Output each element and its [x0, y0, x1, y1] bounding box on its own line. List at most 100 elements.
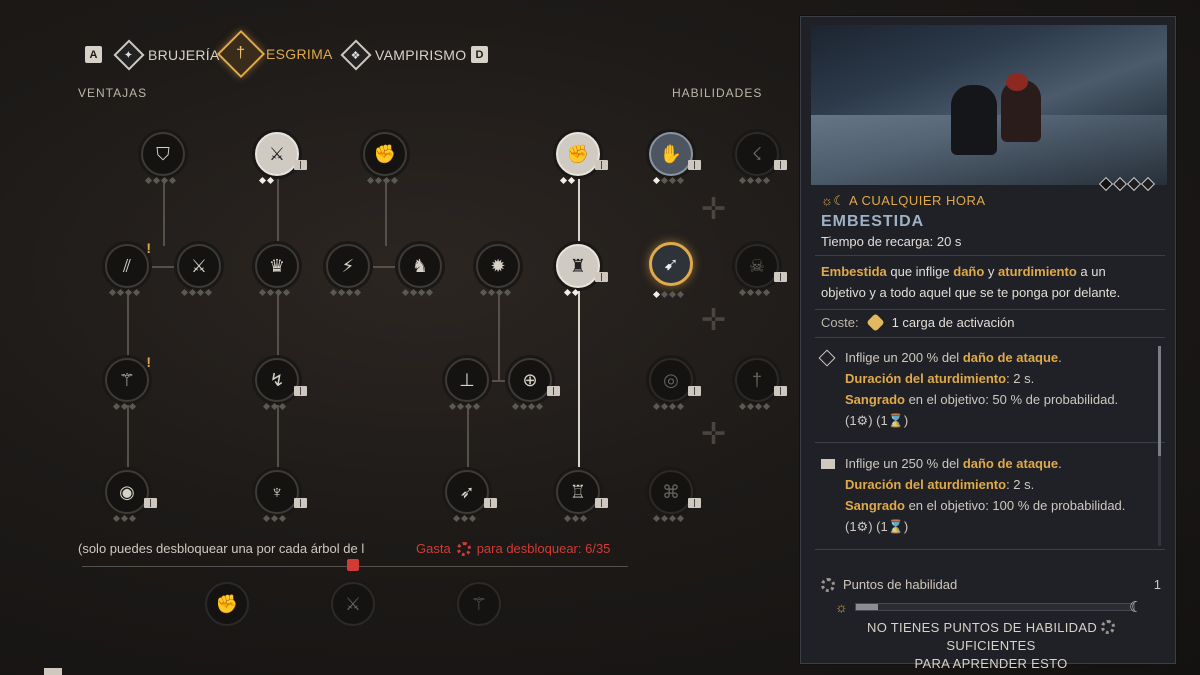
- skill-point-icon: [821, 577, 835, 592]
- crossed-swords-icon: ⚔: [190, 255, 208, 276]
- ultimate-node-blades[interactable]: ⚚: [457, 582, 501, 626]
- charge-icon: ➹: [663, 253, 679, 274]
- skill-detail-panel: ☼☾ A CUALQUIER HORA EMBESTIDA Tiempo de …: [800, 16, 1176, 671]
- rank-pips: [563, 514, 588, 523]
- skill-node-fist[interactable]: ✊: [556, 132, 608, 176]
- slash-icon: ↯: [269, 369, 285, 390]
- rank-pips: [112, 514, 137, 523]
- book-icon: [595, 272, 608, 282]
- skill-node-locked[interactable]: ☇: [735, 132, 787, 176]
- vampirism-icon: ❖: [340, 39, 372, 71]
- perk-node-thrust[interactable]: ⊥: [445, 358, 489, 402]
- perk-node-burst[interactable]: ✹: [476, 244, 520, 288]
- tree-connector: [127, 402, 129, 472]
- skill-node-locked[interactable]: ☠: [735, 244, 787, 288]
- perk-node-target[interactable]: ⊕: [508, 358, 560, 402]
- cost-label: Coste:: [821, 315, 859, 330]
- divider: [815, 549, 1165, 550]
- message-text: SUFICIENTES: [946, 638, 1036, 653]
- details-scroll-thumb[interactable]: [1158, 346, 1161, 456]
- tree-connector: [127, 288, 129, 358]
- empty-slot-marker: ✛: [701, 418, 727, 451]
- perk-node-kick[interactable]: ⚡: [326, 244, 370, 288]
- witchcraft-icon: ✦: [113, 39, 145, 71]
- scythe-icon: ☇: [751, 143, 763, 164]
- tree-connector: [385, 176, 387, 246]
- perk-node-crossed-swords[interactable]: ⚔: [177, 244, 221, 288]
- skill-node-locked[interactable]: ⌘: [649, 470, 701, 514]
- rank-pips: [108, 288, 141, 297]
- perk-node-slash[interactable]: ↯: [255, 358, 307, 402]
- tree-connector: [498, 288, 500, 380]
- tab-brujeria[interactable]: ✦ BRUJERÍA: [113, 39, 220, 71]
- tab-esgrima[interactable]: † ESGRIMA: [216, 29, 333, 79]
- rank-text: .: [1058, 456, 1062, 471]
- next-tab-key[interactable]: D: [471, 46, 488, 63]
- skill-node-strike[interactable]: ✋: [649, 132, 701, 176]
- fist-icon: ✊: [215, 593, 239, 614]
- rank-pips: [738, 288, 771, 297]
- tab-label: ESGRIMA: [266, 46, 333, 62]
- book-icon: [595, 160, 608, 170]
- time-label: A CUALQUIER HORA: [848, 193, 986, 208]
- skill-point-icon: [456, 541, 471, 556]
- time-of-day: ☼☾ A CUALQUIER HORA: [821, 193, 986, 209]
- cooldown-text: Tiempo de recarga: 20 s: [821, 234, 962, 249]
- rank-text: .: [1058, 350, 1062, 365]
- perk-node-eye[interactable]: ◉: [105, 470, 157, 514]
- ultimate-node-sword[interactable]: ⚔: [331, 582, 375, 626]
- burst-icon: ✹: [490, 255, 506, 276]
- rank-pips: [559, 176, 576, 185]
- perk-node-crown[interactable]: ♛: [255, 244, 299, 288]
- book-icon: [547, 386, 560, 396]
- tree-connector: [467, 402, 469, 472]
- empty-slot-marker: ✛: [701, 193, 727, 226]
- skull-icon: ☠: [748, 255, 766, 276]
- armor-icon: ♜: [569, 255, 587, 276]
- corner-marker: [44, 668, 62, 675]
- tab-label: BRUJERÍA: [148, 47, 220, 63]
- perk-node-dagger[interactable]: ⚔: [255, 132, 307, 176]
- desc-keyword: daño: [953, 264, 985, 279]
- perk-node-rider[interactable]: ♞: [398, 244, 442, 288]
- not-enough-points-message: NO TIENES PUNTOS DE HABILIDAD SUFICIENTE…: [821, 619, 1161, 673]
- skill-node-locked[interactable]: †: [735, 358, 787, 402]
- alert-icon: !: [146, 354, 151, 370]
- perk-node-shield[interactable]: ⛉: [141, 132, 185, 176]
- flexed-arm-icon: ✊: [373, 143, 397, 164]
- perk-node-strength[interactable]: ✊: [363, 132, 407, 176]
- skill-points-row: Puntos de habilidad 1: [821, 577, 1161, 592]
- perk-node-blades[interactable]: ⫽!: [105, 240, 151, 288]
- charge-gem-icon: [865, 313, 885, 332]
- sun-moon-icon: ☼☾: [821, 193, 849, 208]
- rank-pips: [258, 176, 275, 185]
- perk-node-lunge[interactable]: ➶: [445, 470, 497, 514]
- skill-node-embestida-selected[interactable]: ➹: [649, 242, 693, 286]
- cost-value: 1 carga de activación: [891, 315, 1015, 330]
- skill-node-cuirass[interactable]: ♖: [556, 470, 608, 514]
- skill-description: Embestida que inflige daño y aturdimient…: [821, 261, 1151, 303]
- cloak-icon: ⌘: [662, 481, 680, 502]
- rank-pips: [563, 288, 580, 297]
- book-icon: [688, 160, 701, 170]
- moon-icon: ☾: [1129, 599, 1143, 616]
- rank-text: en el objetivo: 50 % de probabilidad.: [904, 392, 1119, 407]
- desc-text: que inflige: [886, 264, 954, 279]
- perk-node-sword[interactable]: ⚚!: [105, 354, 151, 402]
- ultimate-node-fist[interactable]: ✊: [205, 582, 249, 626]
- rank-1-details: Inflige un 200 % del daño de ataque. Dur…: [845, 347, 1155, 431]
- rank-pips: [738, 176, 771, 185]
- rank-text: Inflige un 200 % del: [845, 350, 963, 365]
- rank-pips: [652, 402, 685, 411]
- book-icon: [774, 160, 787, 170]
- alert-icon: !: [146, 240, 151, 256]
- prev-tab-key[interactable]: A: [85, 46, 102, 63]
- rank-2-details: Inflige un 250 % del daño de ataque. Dur…: [845, 453, 1155, 537]
- tab-vampirismo[interactable]: ❖ VAMPIRISMO: [340, 39, 466, 71]
- target-icon: ⊕: [522, 369, 538, 390]
- desc-keyword: Embestida: [821, 264, 887, 279]
- perk-node-greatsword[interactable]: ♆: [255, 470, 307, 514]
- skill-node-locked[interactable]: ◎: [649, 358, 701, 402]
- empty-slot-marker: ✛: [701, 304, 727, 337]
- skill-node-armor[interactable]: ♜: [556, 244, 608, 288]
